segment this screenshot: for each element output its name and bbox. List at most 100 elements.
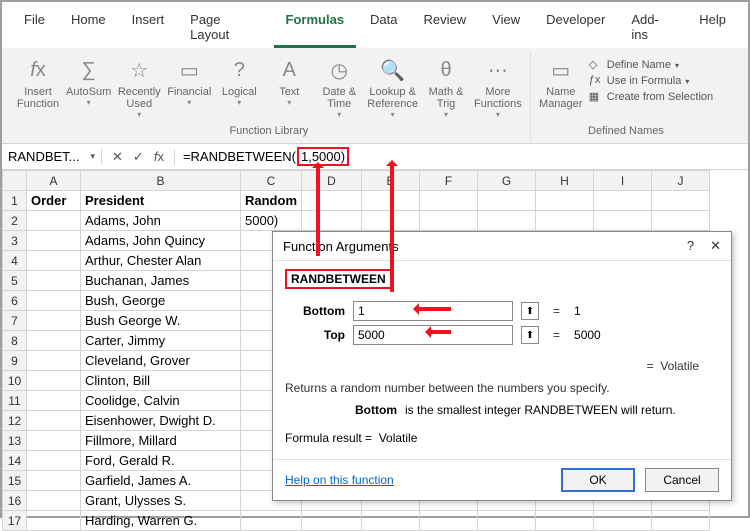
cell[interactable] [420,191,478,211]
logical-button[interactable]: ?Logical▾ [217,54,261,107]
help-link[interactable]: Help on this function [285,473,394,487]
row-header[interactable]: 17 [3,511,27,531]
tab-addins[interactable]: Add-ins [619,8,685,48]
autosum-button[interactable]: ∑AutoSum▾ [66,54,111,107]
row-header[interactable]: 5 [3,271,27,291]
cell[interactable] [27,491,81,511]
col-header-F[interactable]: F [420,171,478,191]
cell[interactable] [594,211,652,231]
cell[interactable] [536,211,594,231]
cell[interactable] [27,331,81,351]
cell[interactable]: Ford, Gerald R. [81,451,241,471]
cell[interactable] [27,291,81,311]
tab-review[interactable]: Review [412,8,479,48]
create-from-selection-button[interactable]: ▦Create from Selection [589,90,713,104]
cell[interactable]: Carter, Jimmy [81,331,241,351]
name-manager-button[interactable]: ▭NameManager [539,54,583,110]
cell[interactable]: Coolidge, Calvin [81,391,241,411]
cell[interactable] [27,211,81,231]
cell[interactable] [241,511,302,531]
row-header[interactable]: 7 [3,311,27,331]
cell[interactable]: Fillmore, Millard [81,431,241,451]
cell[interactable] [27,371,81,391]
fx-icon[interactable]: fx [154,149,164,164]
cell[interactable] [302,191,362,211]
cell[interactable]: Buchanan, James [81,271,241,291]
col-header-E[interactable]: E [362,171,420,191]
cell[interactable] [478,511,536,531]
cell[interactable]: Harding, Warren G. [81,511,241,531]
col-header-C[interactable]: C [241,171,302,191]
name-box[interactable]: RANDBET... ▾ [2,149,102,164]
bottom-input[interactable] [353,301,513,321]
row-header[interactable]: 13 [3,431,27,451]
lookup-button[interactable]: 🔍Lookup &Reference▾ [367,54,418,119]
cell[interactable] [420,211,478,231]
tab-insert[interactable]: Insert [120,8,177,48]
row-header[interactable]: 14 [3,451,27,471]
tab-formulas[interactable]: Formulas [274,8,357,48]
cell[interactable]: 5000) [241,211,302,231]
cell[interactable]: Bush, George [81,291,241,311]
cell[interactable] [27,471,81,491]
date-time-button[interactable]: ◷Date &Time▾ [317,54,361,119]
collapse-icon[interactable]: ⬆ [521,302,539,320]
row-header[interactable]: 4 [3,251,27,271]
cancel-formula-icon[interactable]: ✕ [112,149,123,165]
cell[interactable] [27,511,81,531]
cell[interactable] [420,511,478,531]
cell[interactable] [594,191,652,211]
col-header-H[interactable]: H [536,171,594,191]
cell[interactable] [27,451,81,471]
cell[interactable] [362,191,420,211]
cell[interactable]: Order [27,191,81,211]
row-header[interactable]: 2 [3,211,27,231]
cell[interactable] [652,191,710,211]
cell[interactable] [27,431,81,451]
formula-input[interactable]: =RANDBETWEEN(1,5000) [175,147,748,166]
cell[interactable]: Random [241,191,302,211]
cell[interactable] [594,511,652,531]
cell[interactable] [302,511,362,531]
cell[interactable]: Adams, John [81,211,241,231]
col-header-G[interactable]: G [478,171,536,191]
cell[interactable] [478,211,536,231]
cell[interactable] [27,311,81,331]
tab-developer[interactable]: Developer [534,8,617,48]
cell[interactable] [27,411,81,431]
tab-view[interactable]: View [480,8,532,48]
cell[interactable] [302,211,362,231]
insert-function-button[interactable]: fxInsertFunction [16,54,60,110]
cell[interactable] [27,251,81,271]
text-button[interactable]: AText▾ [267,54,311,107]
cell[interactable]: Bush George W. [81,311,241,331]
col-header-J[interactable]: J [652,171,710,191]
row-header[interactable]: 15 [3,471,27,491]
col-header-I[interactable]: I [594,171,652,191]
row-header[interactable]: 8 [3,331,27,351]
top-input[interactable] [353,325,513,345]
cell[interactable] [478,191,536,211]
cell[interactable]: Eisenhower, Dwight D. [81,411,241,431]
cancel-button[interactable]: Cancel [645,468,719,492]
col-header-D[interactable]: D [302,171,362,191]
cell[interactable]: Garfield, James A. [81,471,241,491]
cell[interactable] [536,511,594,531]
cell[interactable]: Cleveland, Grover [81,351,241,371]
row-header[interactable]: 9 [3,351,27,371]
cell[interactable]: Grant, Ulysses S. [81,491,241,511]
more-functions-button[interactable]: ⋯MoreFunctions▾ [474,54,522,119]
ok-button[interactable]: OK [561,468,635,492]
tab-help[interactable]: Help [687,8,738,48]
cell[interactable] [362,511,420,531]
cell[interactable]: Adams, John Quincy [81,231,241,251]
cell[interactable] [362,211,420,231]
cell[interactable] [27,351,81,371]
row-header[interactable]: 16 [3,491,27,511]
define-name-button[interactable]: ◇Define Name ▾ [589,58,713,72]
cell[interactable] [27,231,81,251]
col-header-A[interactable]: A [27,171,81,191]
tab-file[interactable]: File [12,8,57,48]
math-trig-button[interactable]: θMath &Trig▾ [424,54,468,119]
row-header[interactable]: 10 [3,371,27,391]
